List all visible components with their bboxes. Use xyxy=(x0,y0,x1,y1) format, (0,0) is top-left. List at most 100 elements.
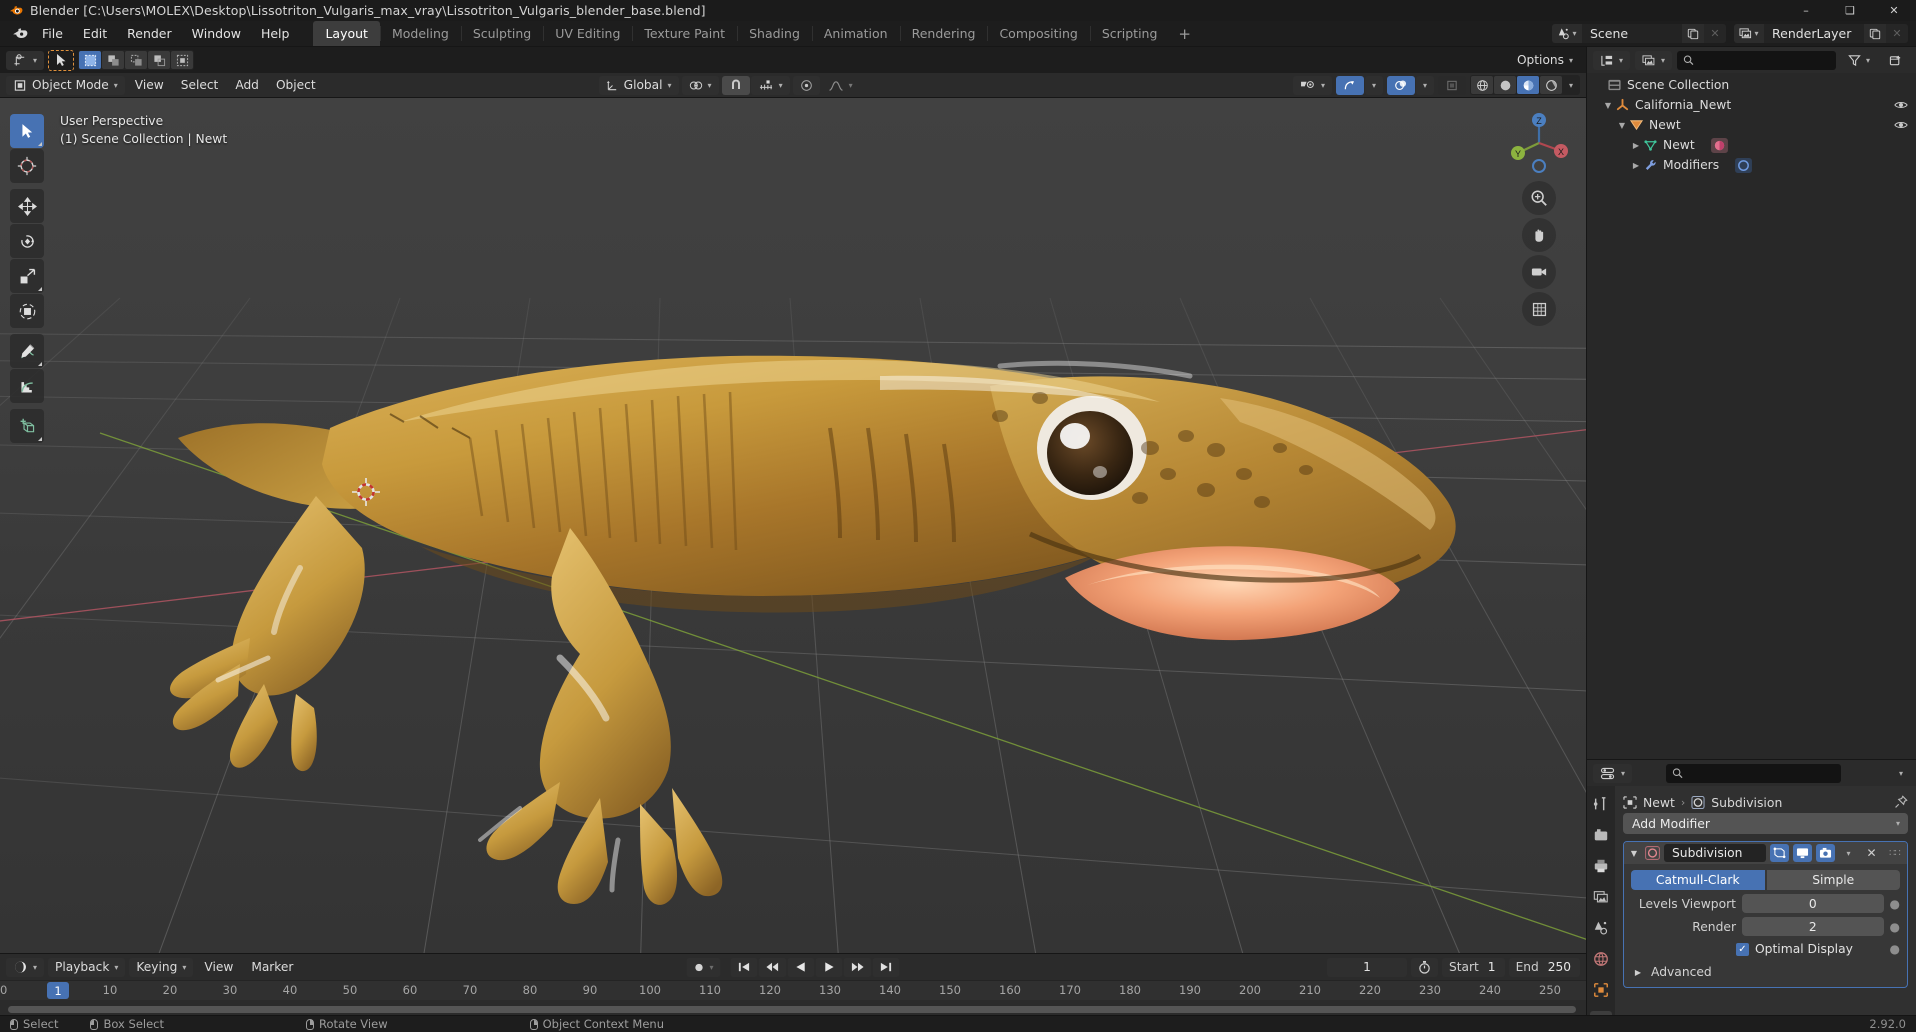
outliner-row-modifiers[interactable]: ▶ Modifiers xyxy=(1587,155,1916,175)
disclosure-triangle-newt[interactable]: ▼ xyxy=(1615,121,1629,130)
timeline-menu-view[interactable]: View xyxy=(197,958,240,977)
edit-mode-cage-toggle[interactable] xyxy=(1770,844,1789,862)
modifier-header[interactable]: ▼ Subdivision ▾ ✕ ∷∷ xyxy=(1624,842,1907,864)
tab-rendering[interactable]: Rendering xyxy=(899,21,988,46)
rendered-shading-icon[interactable] xyxy=(1540,76,1562,94)
view-layer-icon[interactable]: ▾ xyxy=(1734,24,1764,43)
snap-toggle[interactable] xyxy=(721,75,750,95)
outliner-filter-button[interactable]: ▾ xyxy=(1841,51,1877,70)
pin-icon[interactable] xyxy=(1894,795,1908,809)
timeline-body[interactable] xyxy=(0,1000,1586,1015)
animate-property-dot-render[interactable]: ● xyxy=(1890,920,1900,934)
tab-sculpting[interactable]: Sculpting xyxy=(460,21,543,46)
blender-menu-icon[interactable] xyxy=(6,21,32,47)
navigation-axis-gizmo[interactable]: Z Y X xyxy=(1504,108,1574,178)
tab-animation[interactable]: Animation xyxy=(811,21,900,46)
subdivision-icon[interactable] xyxy=(1735,157,1753,173)
realtime-display-toggle[interactable] xyxy=(1793,844,1812,862)
outliner-search-input[interactable] xyxy=(1698,53,1830,67)
outliner-row-newt-object[interactable]: ▼ Newt xyxy=(1587,115,1916,135)
render-tab[interactable] xyxy=(1590,825,1612,845)
add-modifier-button[interactable]: Add Modifier ▾ xyxy=(1623,813,1908,834)
shading-mode-group[interactable]: ▾ xyxy=(1470,75,1580,95)
menu-window[interactable]: Window xyxy=(182,21,251,47)
timeline-ruler[interactable]: 1 10 20 20 30 40 50 60 70 80 90 100 110 … xyxy=(0,980,1586,1000)
menu-help[interactable]: Help xyxy=(251,21,300,47)
use-preview-range-toggle[interactable] xyxy=(1411,957,1439,977)
view-layer-name[interactable]: RenderLayer xyxy=(1764,24,1864,43)
select-subtract-icon[interactable] xyxy=(125,51,148,69)
editor-type-selector[interactable]: ▾ xyxy=(6,50,45,70)
scene-icon[interactable]: ▾ xyxy=(1552,24,1582,43)
camera-view-icon[interactable] xyxy=(1522,255,1556,289)
auto-keying-toggle[interactable]: ▾ xyxy=(686,957,721,977)
outliner-editor-type-selector[interactable]: ▾ xyxy=(1593,50,1631,70)
shading-settings[interactable]: ▾ xyxy=(1563,76,1579,94)
menu-file[interactable]: File xyxy=(32,21,73,47)
start-frame-field[interactable]: Start 1 xyxy=(1442,957,1505,977)
menu-edit[interactable]: Edit xyxy=(73,21,117,47)
viewlayer-tab[interactable] xyxy=(1590,887,1612,907)
pan-hand-icon[interactable] xyxy=(1522,218,1556,252)
animate-property-dot-optimal[interactable]: ● xyxy=(1890,942,1900,956)
object-tab[interactable] xyxy=(1590,980,1612,1000)
timeline-scrollbar[interactable] xyxy=(8,1006,1576,1013)
jump-to-prev-keyframe-button[interactable] xyxy=(758,957,787,977)
menu-add[interactable]: Add xyxy=(228,76,266,95)
menu-object[interactable]: Object xyxy=(269,76,323,95)
select-intersect-icon[interactable] xyxy=(171,51,194,69)
outliner-row-scene-collection[interactable]: Scene Collection xyxy=(1587,75,1916,95)
move-tool[interactable] xyxy=(10,189,44,223)
proportional-falloff-selector[interactable]: ▾ xyxy=(821,76,860,95)
world-tab[interactable] xyxy=(1590,949,1612,969)
wireframe-shading-icon[interactable] xyxy=(1471,76,1493,94)
toggle-xray[interactable] xyxy=(1438,75,1466,95)
tab-scripting[interactable]: Scripting xyxy=(1089,21,1170,46)
new-collection-button[interactable] xyxy=(1882,51,1910,70)
add-cube-tool[interactable] xyxy=(10,409,44,443)
3d-viewport[interactable]: User Perspective (1) Scene Collection | … xyxy=(0,98,1586,953)
add-workspace-button[interactable]: + xyxy=(1169,21,1200,46)
breadcrumb-object-name[interactable]: Newt xyxy=(1643,795,1675,810)
playhead[interactable]: 1 xyxy=(47,982,69,999)
disclosure-triangle-california-newt[interactable]: ▼ xyxy=(1601,101,1615,110)
current-frame-field[interactable]: 1 xyxy=(1327,957,1408,977)
outliner-row-california-newt[interactable]: ▼ California_Newt xyxy=(1587,95,1916,115)
options-button[interactable]: Options ▾ xyxy=(1510,51,1580,70)
menu-view[interactable]: View xyxy=(128,76,171,95)
scene-selector[interactable]: ▾ Scene ✕ xyxy=(1552,24,1726,43)
tab-uv-editing[interactable]: UV Editing xyxy=(543,21,632,46)
select-invert-icon[interactable] xyxy=(148,51,171,69)
new-scene-button[interactable] xyxy=(1682,24,1704,43)
unlink-scene-button[interactable]: ✕ xyxy=(1704,24,1726,43)
outliner-search-box[interactable] xyxy=(1677,50,1836,70)
object-visibility-selector[interactable]: ▾ xyxy=(1292,75,1332,95)
menu-render[interactable]: Render xyxy=(117,21,182,47)
orthographic-toggle-icon[interactable] xyxy=(1522,292,1556,326)
tab-compositing[interactable]: Compositing xyxy=(987,21,1089,46)
tab-modeling[interactable]: Modeling xyxy=(379,21,461,46)
scale-tool[interactable] xyxy=(10,259,44,293)
breadcrumb-modifier-name[interactable]: Subdivision xyxy=(1711,795,1782,810)
cursor-tool[interactable] xyxy=(10,149,44,183)
animate-property-dot-viewport[interactable]: ● xyxy=(1890,897,1900,911)
scene-name[interactable]: Scene xyxy=(1582,24,1682,43)
levels-viewport-field[interactable]: 0 xyxy=(1742,894,1884,913)
properties-editor-type-selector[interactable]: ▾ xyxy=(1593,763,1633,783)
gizmo-settings[interactable]: ▾ xyxy=(1364,75,1383,95)
outliner-tree[interactable]: Scene Collection ▼ California_Newt ▼ New… xyxy=(1587,73,1916,759)
view-layer-selector[interactable]: ▾ RenderLayer ✕ xyxy=(1734,24,1908,43)
solid-shading-icon[interactable] xyxy=(1494,76,1516,94)
properties-search-input[interactable] xyxy=(1687,766,1836,780)
active-tool-button[interactable] xyxy=(48,49,75,71)
tweak-tool[interactable] xyxy=(10,114,44,148)
zoom-icon[interactable] xyxy=(1522,181,1556,215)
pivot-point-selector[interactable]: ▾ xyxy=(681,75,719,95)
tab-shading[interactable]: Shading xyxy=(737,21,812,46)
snap-settings[interactable]: ▾ xyxy=(750,75,790,95)
show-overlays-toggle[interactable] xyxy=(1386,75,1415,95)
material-preview-shading-icon[interactable] xyxy=(1517,76,1539,94)
jump-to-start-button[interactable] xyxy=(730,957,758,977)
tab-texture-paint[interactable]: Texture Paint xyxy=(632,21,737,46)
proportional-editing-toggle[interactable] xyxy=(792,75,820,95)
